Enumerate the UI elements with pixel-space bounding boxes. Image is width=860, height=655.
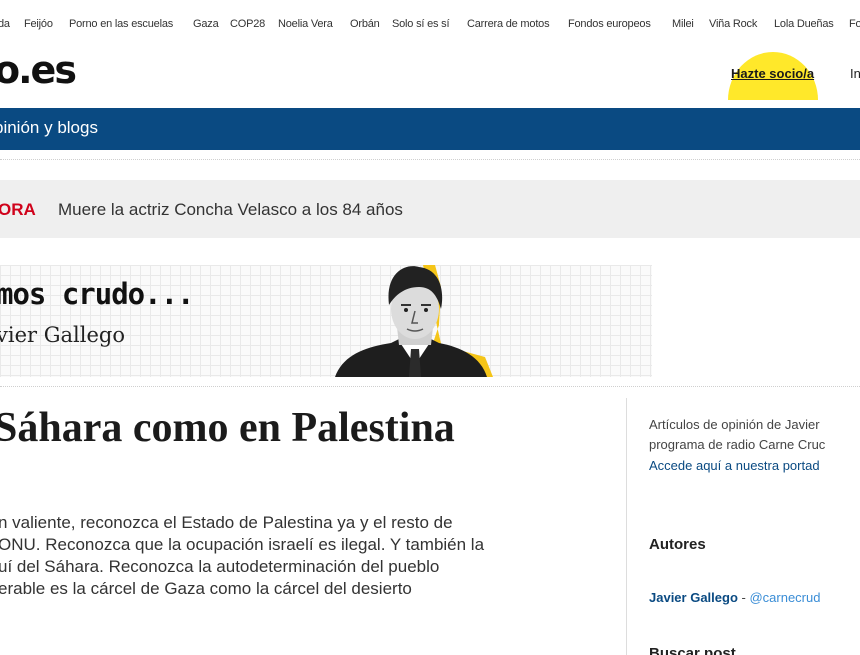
breaking-tag: ORA [0, 200, 36, 219]
sidebar-divider [626, 398, 627, 655]
blog-title: mos crudo... [0, 277, 195, 311]
topic-link[interactable]: Solo sí es sí [392, 18, 450, 30]
author-portrait-illustration [335, 265, 493, 377]
topic-link[interactable]: Orbán [350, 18, 380, 30]
divider [0, 386, 860, 387]
topic-link[interactable]: Carrera de motos [467, 18, 550, 30]
portada-link[interactable]: Accede aquí a nuestra portad [649, 458, 820, 473]
article-lead: n valiente, reconozca el Estado de Pales… [0, 512, 598, 600]
topic-link[interactable]: Fo [849, 18, 860, 30]
topic-link[interactable]: Feijóo [24, 18, 53, 30]
lead-line: n valiente, reconozca el Estado de Pales… [0, 513, 453, 532]
author-separator: - [737, 590, 750, 605]
lead-line: ONU. Reconozca que la ocupación israelí … [0, 535, 485, 554]
topic-link[interactable]: Lola Dueñas [774, 18, 834, 30]
hazte-socio-label[interactable]: Hazte socio/a [731, 66, 814, 81]
topic-link[interactable]: Milei [672, 18, 694, 30]
trending-topics-bar: da Feijóo Porno en las escuelas Gaza COP… [0, 0, 860, 44]
topic-link[interactable]: Noelia Vera [278, 18, 333, 30]
buscar-post-heading: Buscar post [649, 645, 736, 655]
lead-line: erable es la cárcel de Gaza como la cárc… [0, 579, 412, 598]
sidebar-desc-line: programa de radio Carne Cruc [649, 437, 826, 452]
blog-author: vier Gallego [0, 323, 125, 347]
topic-link[interactable]: Porno en las escuelas [69, 18, 173, 30]
topic-link[interactable]: Fondos europeos [568, 18, 651, 30]
breaking-headline-link[interactable]: Muere la actriz Concha Velasco a los 84 … [58, 200, 403, 220]
topic-link[interactable]: da [0, 18, 10, 30]
topic-link[interactable]: Viña Rock [709, 18, 757, 30]
author-name-link[interactable]: Javier Gallego [649, 590, 738, 605]
article-title[interactable]: Sáhara como en Palestina [0, 404, 455, 452]
breaking-news-bar: ORA Muere la actriz Concha Velasco a los… [0, 180, 860, 238]
hazte-socio-button[interactable]: Hazte socio/a [718, 52, 826, 100]
topic-link[interactable]: Gaza [193, 18, 219, 30]
sidebar-author-entry: Javier Gallego - @carnecrud [649, 590, 820, 605]
topic-link[interactable]: COP28 [230, 18, 265, 30]
nav-section-opinion[interactable]: pinión y blogs [0, 118, 98, 138]
section-navbar: pinión y blogs [0, 108, 860, 150]
author-twitter-link[interactable]: @carnecrud [749, 590, 820, 605]
divider [0, 159, 860, 160]
blog-banner[interactable]: mos crudo... vier Gallego [0, 265, 652, 377]
lead-line: uí del Sáhara. Reconozca la autodetermin… [0, 557, 440, 576]
sidebar-desc-line: Artículos de opinión de Javier [649, 417, 820, 432]
sidebar-description: Artículos de opinión de Javier programa … [649, 415, 860, 455]
login-link[interactable]: In [850, 66, 860, 81]
autores-heading: Autores [649, 536, 706, 553]
site-logo[interactable]: o.es [0, 48, 77, 92]
